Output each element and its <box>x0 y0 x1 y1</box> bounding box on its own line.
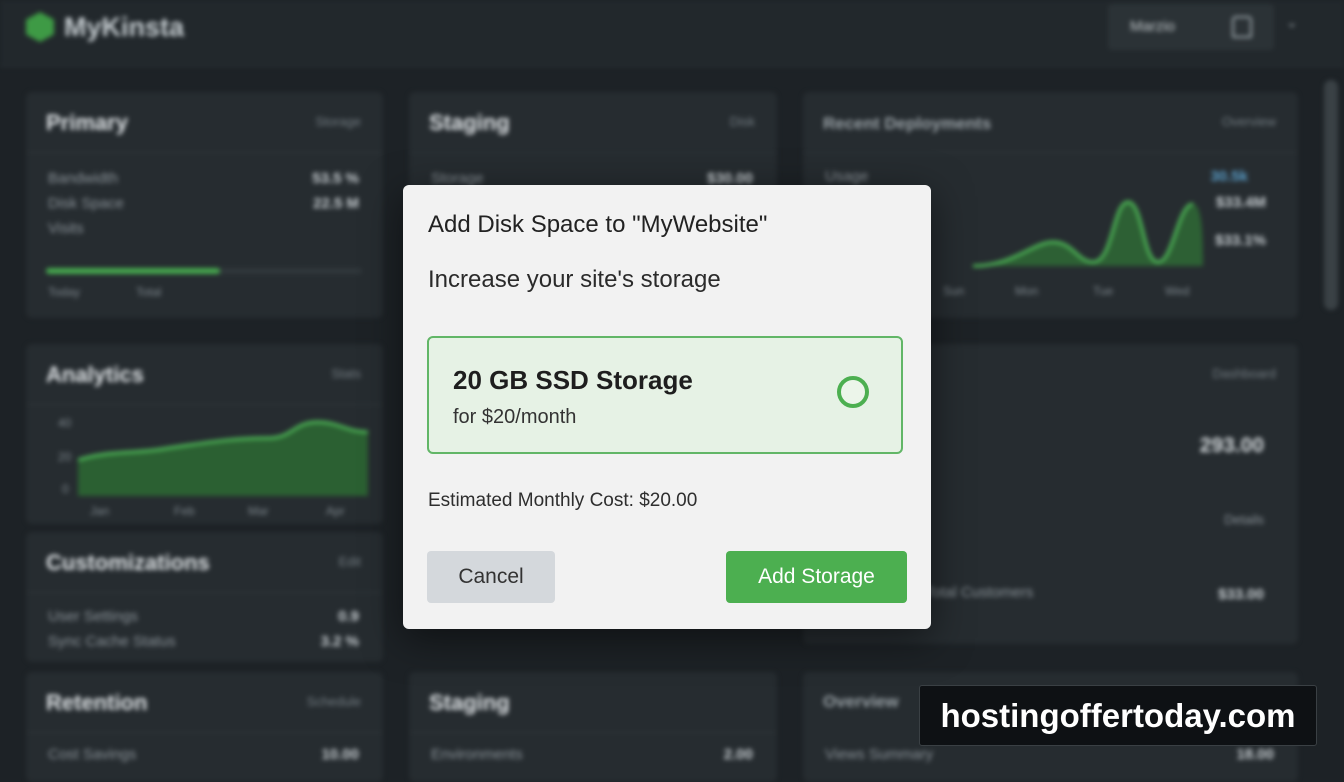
card-primary: Primary Storage Bandwidth 53.5 % Disk Sp… <box>26 92 383 318</box>
card-title: Recent Deployments <box>823 114 992 133</box>
tick-label: Total <box>136 285 162 299</box>
divider <box>26 732 383 733</box>
card-title: Primary <box>46 110 128 135</box>
estimated-cost: Estimated Monthly Cost: $20.00 <box>428 490 698 511</box>
app-logo-text: MyKinsta <box>64 12 185 42</box>
y-tick-label: 20 <box>58 450 72 464</box>
row-value: 30.5k <box>1210 168 1248 185</box>
tick-label: Mon <box>1015 284 1039 298</box>
row-value: 18.00 <box>1236 746 1274 763</box>
row-value: $33.1% <box>1215 232 1266 249</box>
divider <box>409 152 777 153</box>
row-label: Total Customers <box>925 584 1034 601</box>
card-meta: Overview <box>1221 114 1276 129</box>
card-customizations: Customizations Edit User Settings 0.9 Sy… <box>26 532 383 662</box>
row-label: Disk Space <box>48 195 124 212</box>
card-title: Staging <box>429 110 510 135</box>
scrollbar[interactable] <box>1324 80 1338 310</box>
divider <box>409 732 777 733</box>
cancel-button[interactable]: Cancel <box>427 551 555 603</box>
row-value: 0.9 <box>338 608 359 625</box>
chevron-down-icon[interactable]: ⌄ <box>1286 14 1298 31</box>
dialog-title: Add Disk Space to "MyWebsite" <box>428 211 768 238</box>
plan-name: 20 GB SSD Storage <box>453 365 693 395</box>
y-tick-label: 40 <box>58 416 72 430</box>
tick-label: Today <box>48 285 81 299</box>
card-analytics: Analytics Stats 40 20 0 Jan Feb Mar Apr <box>26 344 383 524</box>
logo-mark-icon <box>26 12 54 42</box>
add-storage-button[interactable]: Add Storage <box>726 551 907 603</box>
plan-price: for $20/month <box>453 406 577 428</box>
dialog-subtitle: Increase your site's storage <box>428 266 721 293</box>
card-meta: Dashboard <box>1212 366 1276 381</box>
row-label: Views Summary <box>825 746 934 763</box>
row-label: Bandwidth <box>48 170 119 187</box>
bell-icon[interactable] <box>1232 16 1252 38</box>
card-meta: Stats <box>331 366 361 381</box>
usage-progress-bar <box>46 268 362 274</box>
row-label: Environments <box>431 746 523 763</box>
storage-plan-option[interactable]: 20 GB SSD Storage for $20/month <box>427 336 903 454</box>
row-label: User Settings <box>48 608 139 625</box>
row-value: 22.5 M <box>313 195 359 212</box>
row-value: 3.2 % <box>320 633 359 650</box>
row-value: 53.5 % <box>312 170 359 187</box>
tick-label: Sun <box>943 284 965 298</box>
card-title: Overview <box>823 692 899 711</box>
add-disk-space-dialog: Add Disk Space to "MyWebsite" Increase y… <box>403 185 931 629</box>
card-staging-bottom: Staging Environments 2.00 <box>409 672 777 782</box>
divider <box>803 152 1298 153</box>
row-value: $33.4M <box>1215 194 1266 211</box>
row-label: Sync Cache Status <box>48 633 176 650</box>
card-retention: Retention Schedule Cost Savings 10.00 <box>26 672 383 782</box>
card-meta: Edit <box>338 554 361 569</box>
divider <box>26 152 383 153</box>
x-tick-label: Mar <box>248 504 269 518</box>
tick-label: Wed <box>1165 284 1190 298</box>
tick-label: Tue <box>1093 284 1114 298</box>
card-title: Staging <box>429 690 510 715</box>
card-title: Customizations <box>46 550 210 575</box>
radio-icon[interactable] <box>837 376 869 408</box>
card-title: Analytics <box>46 362 144 387</box>
x-tick-label: Feb <box>174 504 195 518</box>
summary-value: 293.00 <box>1199 434 1264 457</box>
user-name: Marzio <box>1130 18 1176 35</box>
analytics-chart <box>78 420 368 496</box>
card-meta: Schedule <box>306 694 361 709</box>
watermark-text: hostingoffertoday.com <box>940 697 1296 734</box>
watermark-badge: hostingoffertoday.com <box>919 685 1317 746</box>
top-navigation-bar: MyKinsta Marzio ⌄ <box>0 0 1344 67</box>
row-value: 10.00 <box>321 746 359 763</box>
row-label: Visits <box>48 220 84 237</box>
row-value: 2.00 <box>723 746 753 763</box>
details-link[interactable]: Details <box>1224 512 1264 527</box>
divider <box>26 404 383 405</box>
usage-progress-fill <box>46 268 220 274</box>
divider <box>26 592 383 593</box>
card-meta: Disk <box>729 114 755 129</box>
card-title: Retention <box>46 690 148 715</box>
card-meta: Storage <box>315 114 361 129</box>
row-label: Cost Savings <box>48 746 137 763</box>
row-value: $33.00 <box>1218 586 1264 603</box>
user-menu[interactable]: Marzio <box>1108 4 1274 50</box>
x-tick-label: Jan <box>90 504 110 518</box>
y-tick-label: 0 <box>62 482 69 496</box>
x-tick-label: Apr <box>326 504 345 518</box>
